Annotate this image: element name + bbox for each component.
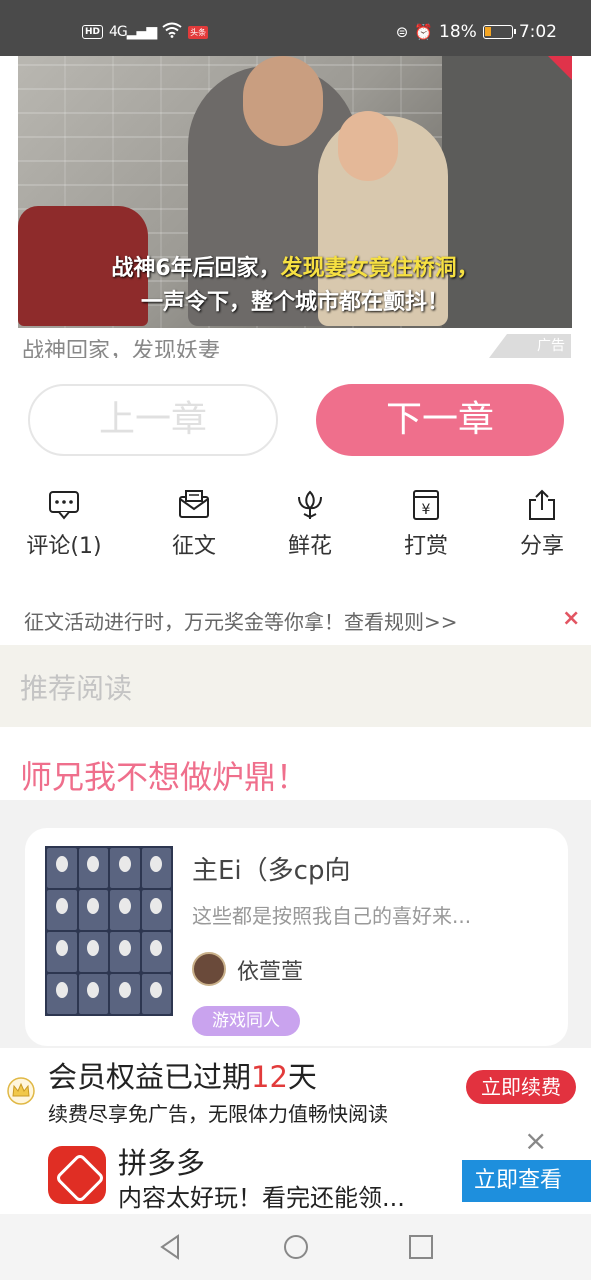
clock: 7:02 [518, 22, 557, 42]
ad-label-badge: 广告 [489, 334, 571, 358]
author-avatar [192, 952, 226, 986]
signal-icon: 4G▂▄▆ [109, 24, 157, 40]
flower-button[interactable]: 鲜花 [260, 488, 360, 560]
membership-subtitle: 续费尽享免广告，无限体力值畅快阅读 [48, 1102, 388, 1126]
bottom-ad-app-name: 拼多多 [118, 1146, 206, 1180]
ad-caption-plain: 战神6年后回家， [111, 256, 281, 281]
book-cover-image [45, 846, 173, 1016]
share-label: 分享 [519, 534, 564, 559]
bottom-ad-banner[interactable]: 拼多多 内容太好玩！看完还能领... × 立即查看 [0, 1124, 591, 1214]
battery-percent: 18% [439, 22, 477, 42]
pinduoduo-logo-icon [48, 1146, 106, 1204]
data-saver-icon: ⊜ [395, 23, 409, 41]
notice-close-icon[interactable]: × [562, 606, 580, 631]
membership-title-suffix: 天 [287, 1060, 317, 1094]
recommend-header: 推荐阅读 [0, 645, 591, 727]
ad-banner-image[interactable]: 战神6年后回家，发现妻女竟住桥洞， 一声令下，整个城市都在颤抖！ [18, 56, 572, 328]
recommended-book-card[interactable]: 主Ei（多cp向 这些都是按照我自己的喜好来... 依萱萱 游戏同人 [25, 828, 568, 1046]
flower-icon [298, 490, 322, 519]
essay-contest-label: 征文 [171, 534, 216, 559]
reward-button[interactable]: ¥ 打赏 [376, 488, 476, 560]
ad-caption-line1: 战神6年后回家，发现妻女竟住桥洞， [18, 252, 572, 286]
membership-expired-days: 12 [251, 1060, 288, 1094]
alarm-icon: ⏰ [414, 23, 434, 41]
network-type: 4G [109, 24, 128, 40]
view-now-button[interactable]: 立即查看 [462, 1160, 591, 1202]
recommend-title: 推荐阅读 [20, 672, 133, 705]
back-icon[interactable] [156, 1232, 186, 1262]
contest-notice[interactable]: 征文活动进行时，万元奖金等你拿！查看规则>> [24, 606, 458, 635]
reward-label: 打赏 [403, 534, 448, 559]
next-chapter-button[interactable]: 下一章 [316, 384, 564, 456]
book-card-description: 这些都是按照我自己的喜好来... [192, 904, 472, 928]
comment-label: 评论(1) [26, 534, 102, 559]
home-icon[interactable] [281, 1232, 311, 1262]
status-right: ⊜ ⏰ 18% 7:02 [396, 22, 557, 42]
ad-caption-highlight: 发现妻女竟住桥洞， [280, 256, 479, 281]
share-icon [529, 489, 555, 520]
comment-icon [49, 491, 79, 520]
renew-button[interactable]: 立即续费 [466, 1070, 576, 1104]
action-bar: 评论(1) 征文 鲜花 ¥ 打赏 分享 [0, 488, 591, 568]
ad-photo-child-head [338, 111, 398, 181]
ad-caption-line2: 一声令下，整个城市都在颤抖！ [140, 290, 449, 315]
recents-icon[interactable] [406, 1232, 436, 1262]
membership-banner: 会员权益已过期12天 续费尽享免广告，无限体力值畅快阅读 立即续费 [0, 1048, 591, 1130]
system-navigation-bar [0, 1214, 591, 1280]
comment-button[interactable]: 评论(1) [14, 488, 114, 560]
membership-title: 会员权益已过期12天 [48, 1054, 317, 1096]
app-notification-icon: 头条 [188, 25, 209, 39]
crown-icon [7, 1077, 35, 1105]
prev-chapter-button[interactable]: 上一章 [28, 384, 278, 456]
genre-tag[interactable]: 游戏同人 [192, 1006, 300, 1036]
battery-icon [482, 25, 516, 39]
status-bar: HD 4G▂▄▆ 头条 ⊜ ⏰ 18% 7:02 [0, 0, 591, 56]
essay-contest-button[interactable]: 征文 [144, 488, 244, 560]
share-button[interactable]: 分享 [492, 488, 591, 560]
close-icon[interactable]: × [524, 1124, 547, 1157]
battery-level [484, 27, 491, 36]
wifi-icon [162, 22, 182, 42]
current-book-title[interactable]: 师兄我不想做炉鼎！ [20, 752, 308, 798]
bottom-ad-description: 内容太好玩！看完还能领... [118, 1184, 405, 1212]
book-card-title: 主Ei（多cp向 [192, 856, 351, 886]
mail-icon [179, 490, 209, 518]
ad-subtitle[interactable]: 战神回家，发现妖妻 [22, 332, 482, 358]
flower-label: 鲜花 [287, 534, 332, 559]
author-name: 依萱萱 [237, 960, 304, 985]
ad-label-text: 广告 [537, 338, 565, 354]
status-left: HD 4G▂▄▆ 头条 [82, 22, 209, 42]
membership-title-prefix: 会员权益已过期 [48, 1060, 252, 1094]
hd-badge: HD [82, 25, 104, 39]
ad-photo-mother-head [243, 56, 323, 146]
reward-icon: ¥ [413, 490, 439, 520]
svg-text:¥: ¥ [422, 502, 431, 518]
ad-caption: 战神6年后回家，发现妻女竟住桥洞， 一声令下，整个城市都在颤抖！ [18, 252, 572, 320]
